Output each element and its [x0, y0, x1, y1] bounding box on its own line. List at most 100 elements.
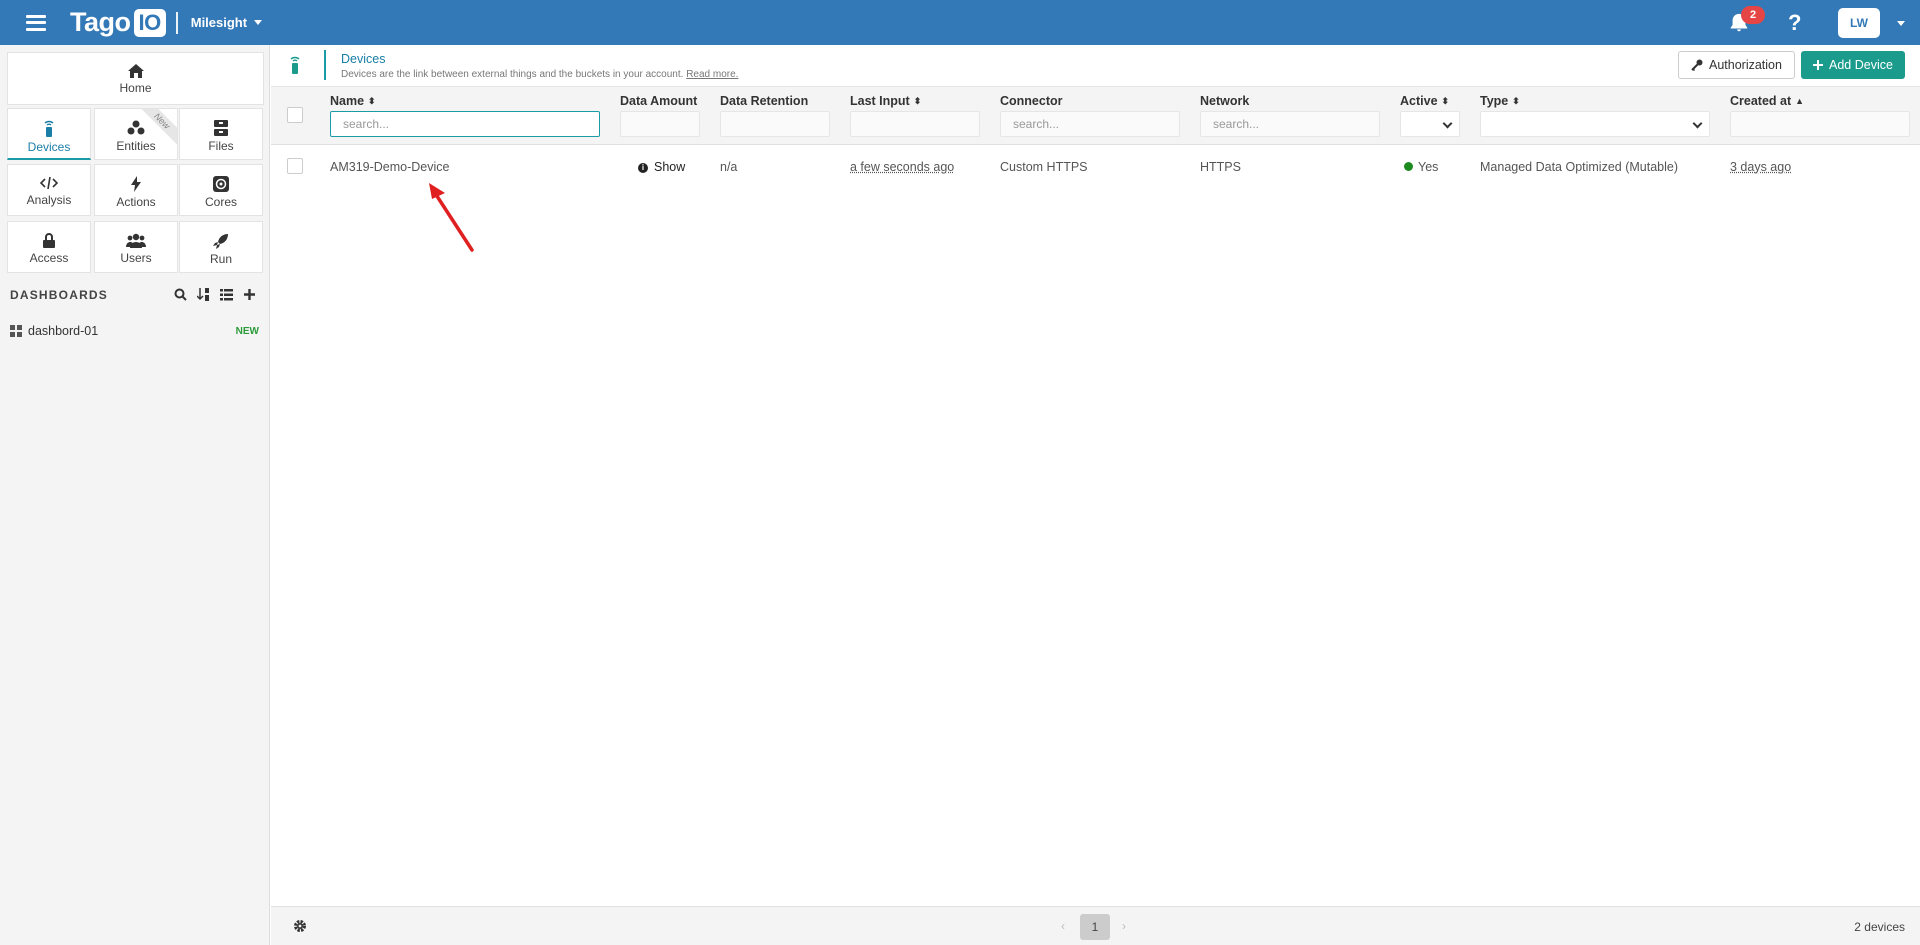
profile-name: Milesight — [190, 15, 248, 30]
last-input-filter[interactable] — [850, 111, 980, 137]
sort-icon[interactable] — [196, 288, 210, 301]
column-header-created-at[interactable]: Created at ▲ — [1730, 94, 1804, 108]
search-icon[interactable] — [174, 288, 187, 301]
type-select[interactable] — [1480, 111, 1710, 137]
status-dot — [1404, 162, 1413, 171]
active-status: Yes — [1404, 160, 1438, 174]
home-icon — [127, 64, 144, 78]
row-checkbox[interactable] — [287, 158, 303, 174]
help-icon[interactable]: ? — [1788, 10, 1801, 36]
code-icon — [40, 176, 58, 190]
connector-search-input[interactable]: search... — [1000, 111, 1180, 137]
device-icon — [44, 120, 54, 137]
sidebar-item-label: Files — [208, 139, 234, 153]
network-search-input[interactable]: search... — [1200, 111, 1380, 137]
chevron-down-icon — [1442, 118, 1453, 129]
menu-icon[interactable] — [26, 14, 46, 31]
column-header-data-amount: Data Amount — [620, 94, 697, 108]
network-value: HTTPS — [1200, 160, 1241, 174]
active-label: Yes — [1418, 160, 1439, 174]
sidebar-item-devices[interactable]: Devices — [7, 108, 91, 160]
sidebar-item-actions[interactable]: Actions — [94, 164, 178, 216]
plus-icon — [1813, 60, 1823, 70]
sidebar-item-label: Actions — [116, 195, 156, 209]
column-header-connector: Connector — [1000, 94, 1063, 108]
sidebar-item-analysis[interactable]: Analysis — [7, 164, 91, 216]
sidebar-item-label: Analysis — [26, 193, 72, 207]
chevron-down-icon — [1692, 118, 1703, 129]
sort-icon[interactable]: ⬍ — [914, 96, 922, 107]
name-search-input[interactable]: search... — [330, 111, 600, 137]
sidebar-item-run[interactable]: Run — [179, 221, 263, 273]
dashboard-item[interactable]: dashbord-01 NEW — [0, 320, 269, 342]
sidebar-item-users[interactable]: Users — [94, 221, 178, 273]
device-name-link[interactable]: AM319-Demo-Device — [330, 160, 449, 174]
logo-box: IO — [133, 8, 166, 37]
chevron-down-icon — [254, 20, 263, 25]
column-label: Active — [1400, 94, 1438, 108]
active-select[interactable] — [1400, 111, 1460, 137]
table-footer: ‹ 1 › 2 devices — [271, 906, 1920, 945]
authorization-button[interactable]: Authorization — [1678, 51, 1795, 79]
column-header-type[interactable]: Type ⬍ — [1480, 94, 1520, 108]
sort-asc-icon[interactable]: ▲ — [1795, 96, 1804, 106]
profile-switcher[interactable]: Milesight — [190, 15, 263, 30]
column-header-name[interactable]: Name ⬍ — [330, 94, 376, 108]
add-device-button[interactable]: Add Device — [1801, 51, 1905, 79]
dashboard-name: dashbord-01 — [28, 324, 99, 338]
created-at-value[interactable]: 3 days ago — [1730, 160, 1791, 174]
add-device-label: Add Device — [1829, 58, 1893, 72]
select-all-checkbox[interactable] — [287, 107, 303, 123]
data-amount-show-button[interactable]: i Show — [638, 160, 685, 174]
show-label: Show — [654, 160, 686, 174]
read-more-link[interactable]: Read more. — [686, 69, 738, 80]
list-icon[interactable] — [220, 288, 233, 301]
header-separator — [324, 50, 326, 80]
avatar[interactable]: LW — [1838, 8, 1880, 38]
data-retention-filter[interactable] — [720, 111, 830, 137]
annotation-arrow — [429, 183, 474, 252]
logo-separator — [175, 11, 178, 34]
column-label: Network — [1200, 94, 1250, 108]
column-header-active[interactable]: Active ⬍ — [1400, 94, 1449, 108]
users-icon — [126, 233, 146, 248]
sidebar-item-cores[interactable]: Cores — [179, 164, 263, 216]
device-type-link[interactable]: Managed Data Optimized (Mutable) — [1480, 160, 1678, 174]
dashboard-grid-icon — [10, 325, 22, 337]
column-header-last-input[interactable]: Last Input ⬍ — [850, 94, 921, 108]
description-text: Devices are the link between external th… — [341, 69, 684, 80]
device-count: 2 devices — [1854, 920, 1905, 934]
info-icon: i — [638, 163, 648, 173]
add-dashboard-icon[interactable] — [243, 288, 256, 301]
sidebar-item-label: Users — [120, 251, 152, 265]
sort-icon[interactable]: ⬍ — [1512, 96, 1520, 107]
gear-icon[interactable] — [293, 919, 307, 933]
chevron-down-icon[interactable] — [1897, 21, 1905, 26]
column-label: Connector — [1000, 94, 1063, 108]
tagoio-logo[interactable]: Tago IO — [70, 7, 166, 38]
sidebar-item-access[interactable]: Access — [7, 221, 91, 273]
page-header: Devices Devices are the link between ext… — [271, 45, 1920, 87]
sidebar-item-label: Devices — [27, 140, 71, 154]
chevron-left-icon[interactable]: ‹ — [1061, 919, 1065, 933]
bolt-icon — [131, 176, 141, 192]
sidebar-item-entities[interactable]: New Entities — [94, 108, 178, 160]
sidebar-item-label: Access — [29, 251, 69, 265]
sort-icon[interactable]: ⬍ — [368, 96, 376, 107]
rocket-icon — [213, 234, 228, 249]
created-at-filter[interactable] — [1730, 111, 1910, 137]
page-title: Devices — [341, 52, 386, 66]
sidebar-item-label: Entities — [116, 139, 156, 153]
page-number-current[interactable]: 1 — [1080, 914, 1110, 940]
data-amount-filter[interactable] — [620, 111, 700, 137]
logo-text: Tago — [70, 7, 131, 37]
sidebar-item-files[interactable]: Files — [179, 108, 263, 160]
last-input-value[interactable]: a few seconds ago — [850, 160, 954, 174]
table-header: Name ⬍ Data Amount Data Retention Last In… — [271, 87, 1920, 145]
dashboards-title: DASHBOARDS — [10, 288, 109, 302]
sort-icon[interactable]: ⬍ — [1442, 96, 1450, 107]
column-label: Data Amount — [620, 94, 698, 108]
table-row[interactable]: AM319-Demo-Device i Show n/a a few second… — [271, 148, 1920, 186]
sidebar-item-home[interactable]: Home — [7, 52, 264, 105]
chevron-right-icon[interactable]: › — [1122, 919, 1126, 933]
